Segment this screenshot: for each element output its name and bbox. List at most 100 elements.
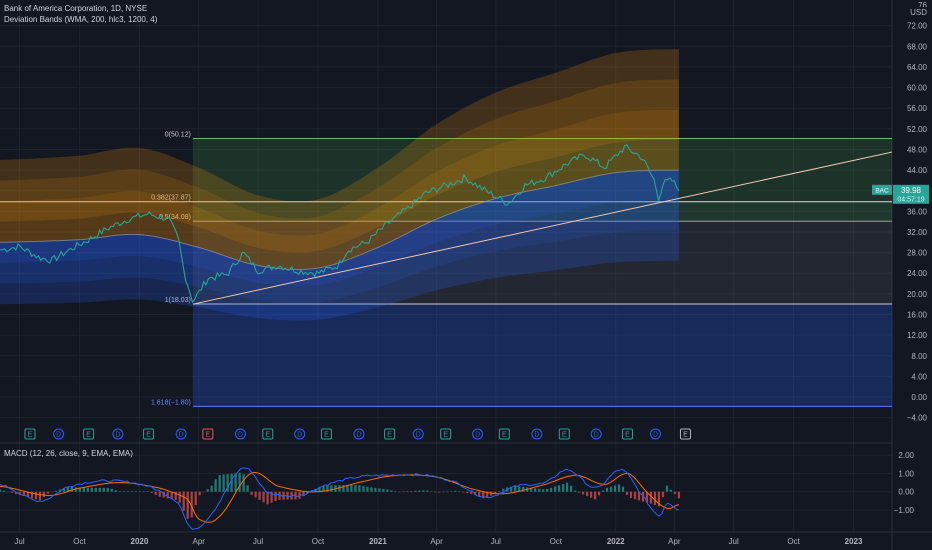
price-tag-countdown: 04:57:19 <box>897 196 924 203</box>
macd-histogram-bar <box>382 488 385 492</box>
price-axis-tick: 32.00 <box>907 228 928 237</box>
macd-histogram-bar <box>186 491 189 519</box>
macd-histogram-bar <box>546 488 549 492</box>
dividend-marker: D <box>112 428 124 440</box>
macd-histogram-bar <box>134 491 137 492</box>
event-marker-letter: E <box>443 432 448 439</box>
macd-histogram-bar <box>426 490 429 492</box>
macd-histogram-bar <box>182 491 185 511</box>
event-marker-letter: E <box>387 432 392 439</box>
price-axis-tick: 8.00 <box>911 352 927 361</box>
dividend-marker: D <box>353 428 365 440</box>
macd-histogram-bar <box>42 491 46 497</box>
chart-canvas[interactable]: 0(50.12)0.382(37.87)0.5(34.08)1(18.03)1.… <box>0 0 932 550</box>
earnings-marker: E <box>143 428 155 440</box>
macd-histogram-bar <box>550 487 553 492</box>
macd-histogram-bar <box>673 491 677 495</box>
time-axis-tick: Oct <box>312 537 325 546</box>
macd-histogram-bar <box>470 491 473 494</box>
event-marker-letter: E <box>146 432 151 439</box>
macd-histogram-bar <box>554 486 557 492</box>
macd-histogram-bar <box>589 491 593 498</box>
event-marker-letter: E <box>562 432 567 439</box>
macd-histogram-bar <box>86 487 89 492</box>
macd-histogram-bar <box>302 491 305 497</box>
macd-histogram-bar <box>214 479 217 492</box>
time-axis-tick: Apr <box>668 537 681 546</box>
macd-histogram-bar <box>114 490 117 492</box>
price-axis-tick: 68.00 <box>907 42 928 51</box>
earnings-marker: E <box>440 428 452 440</box>
event-marker-letter: E <box>86 432 91 439</box>
price-axis-tick: 60.00 <box>907 84 928 93</box>
macd-histogram-bar <box>50 491 54 493</box>
macd-histogram-bar <box>478 491 481 497</box>
earnings-marker: E <box>24 428 36 440</box>
macd-histogram-bar <box>82 487 85 492</box>
event-marker-letter: D <box>594 432 599 439</box>
macd-histogram-bar <box>402 491 405 492</box>
time-axis-tick: Apr <box>193 537 206 546</box>
event-marker-letter: E <box>683 432 688 439</box>
macd-histogram-bar <box>621 486 625 492</box>
macd-histogram-bar <box>126 491 129 492</box>
price-axis-tick: 52.00 <box>907 125 928 134</box>
macd-histogram-bar <box>218 474 221 492</box>
macd-histogram-bar <box>558 485 561 492</box>
price-axis-tick: 36.00 <box>907 207 928 216</box>
macd-histogram-bar <box>633 491 637 500</box>
dividend-marker: D <box>531 428 543 440</box>
macd-histogram-bar <box>2 490 6 492</box>
earnings-marker: E <box>320 428 332 440</box>
event-marker-letter: E <box>265 432 270 439</box>
dividend-marker: D <box>472 428 484 440</box>
earnings-marker: E <box>83 428 95 440</box>
macd-label[interactable]: MACD (12, 26, close, 9, EMA, EMA) <box>4 449 133 458</box>
fib-level-label: 1.618(−1.80) <box>151 399 191 406</box>
macd-histogram-bar <box>629 491 633 498</box>
symbol-title[interactable]: Bank of America Corporation, 1D, NYSE <box>4 4 147 13</box>
macd-histogram-bar <box>538 488 541 492</box>
earnings-marker: E <box>679 428 691 440</box>
price-tag-symbol: BAC <box>875 187 889 194</box>
macd-histogram-bar <box>414 490 417 492</box>
macd-histogram-bar <box>498 491 501 492</box>
macd-histogram-bar <box>202 491 205 493</box>
event-marker-letter: D <box>416 432 421 439</box>
macd-histogram-bar <box>434 491 437 493</box>
macd-histogram-bar <box>154 491 157 495</box>
macd-histogram-bar <box>514 486 517 492</box>
macd-histogram-bar <box>370 487 373 492</box>
earnings-marker: E <box>202 428 214 440</box>
macd-histogram-bar <box>422 490 425 492</box>
event-marker-letter: D <box>115 432 120 439</box>
macd-histogram-bar <box>625 491 629 495</box>
macd-histogram-bar <box>394 491 397 492</box>
macd-histogram-bar <box>669 489 673 492</box>
price-tag-value: 39.98 <box>901 186 922 195</box>
macd-histogram-bar <box>653 491 657 505</box>
macd-histogram-bar <box>254 491 257 498</box>
macd-histogram-bar <box>110 488 113 492</box>
time-axis-tick: Oct <box>73 537 86 546</box>
macd-histogram-bar <box>234 473 237 492</box>
event-marker-letter: D <box>238 432 243 439</box>
macd-histogram-bar <box>230 473 233 492</box>
event-marker-letter: E <box>502 432 507 439</box>
macd-histogram-bar <box>462 491 465 493</box>
macd-histogram-bar <box>649 491 653 504</box>
macd-histogram-bar <box>390 490 393 492</box>
macd-histogram-bar <box>262 491 265 503</box>
indicator-label[interactable]: Deviation Bands (WMA, 200, hlc3, 1200, 4… <box>4 15 157 24</box>
time-axis-tick: 2022 <box>607 537 625 546</box>
macd-axis-tick: 2.00 <box>898 451 914 460</box>
time-axis-tick: 2021 <box>369 537 387 546</box>
macd-histogram-bar <box>10 491 14 493</box>
macd-histogram-bar <box>330 485 333 492</box>
dividend-marker: D <box>590 428 602 440</box>
events-row: EDEDEDEDEDEDEDEDEDEDEDE <box>24 428 691 440</box>
macd-histogram-bar <box>250 491 253 495</box>
macd-histogram-bar <box>102 487 105 492</box>
macd-histogram-bar <box>150 491 153 493</box>
dividend-marker: D <box>294 428 306 440</box>
